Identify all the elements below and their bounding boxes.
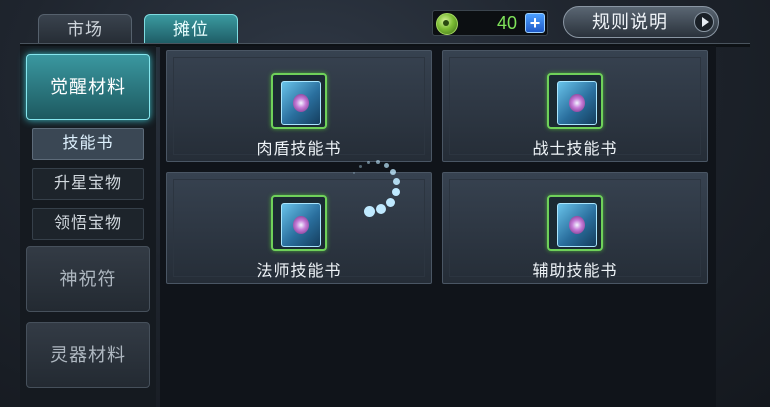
currency-amount: 40 bbox=[496, 13, 517, 33]
item-icon-frame bbox=[271, 73, 327, 129]
category-awakening-materials[interactable]: 觉醒材料 bbox=[26, 54, 150, 120]
tab-market[interactable]: 市场 bbox=[38, 14, 132, 44]
item-card-tank-skill-book[interactable]: 肉盾技能书 bbox=[166, 50, 432, 162]
subcategory-insight-treasure[interactable]: 领悟宝物 bbox=[32, 208, 144, 240]
item-icon-frame bbox=[271, 195, 327, 251]
subcategory-star-treasure[interactable]: 升星宝物 bbox=[32, 168, 144, 200]
skill-book-icon bbox=[557, 81, 597, 125]
add-currency-button[interactable]: + bbox=[525, 13, 545, 33]
tab-stall[interactable]: 摊位 bbox=[144, 14, 238, 44]
item-icon-frame bbox=[547, 73, 603, 129]
item-card-warrior-skill-book[interactable]: 战士技能书 bbox=[442, 50, 708, 162]
jade-coin-icon bbox=[436, 13, 458, 35]
category-blessing-talisman[interactable]: 神祝符 bbox=[26, 246, 150, 312]
item-card-support-skill-book[interactable]: 辅助技能书 bbox=[442, 172, 708, 284]
item-name: 战士技能书 bbox=[532, 141, 618, 158]
skill-book-icon bbox=[557, 203, 597, 247]
rules-button-label: 规则说明 bbox=[592, 12, 668, 32]
loading-spinner-icon bbox=[340, 158, 410, 228]
rules-button[interactable]: 规则说明 bbox=[563, 6, 719, 38]
item-icon-frame bbox=[547, 195, 603, 251]
item-name: 肉盾技能书 bbox=[256, 141, 342, 158]
category-sidebar: 觉醒材料 技能书 升星宝物 领悟宝物 神祝符 灵器材料 bbox=[20, 46, 156, 407]
category-artifact-materials[interactable]: 灵器材料 bbox=[26, 322, 150, 388]
subcategory-skill-book[interactable]: 技能书 bbox=[32, 128, 144, 160]
currency-display: 40 + bbox=[432, 10, 548, 36]
skill-book-icon bbox=[281, 81, 321, 125]
item-name: 法师技能书 bbox=[256, 263, 342, 280]
item-grid: 肉盾技能书 战士技能书 法师技能书 辅助技能书 bbox=[160, 46, 716, 407]
skill-book-icon bbox=[281, 203, 321, 247]
item-name: 辅助技能书 bbox=[532, 263, 618, 280]
play-arrow-icon bbox=[694, 12, 714, 32]
